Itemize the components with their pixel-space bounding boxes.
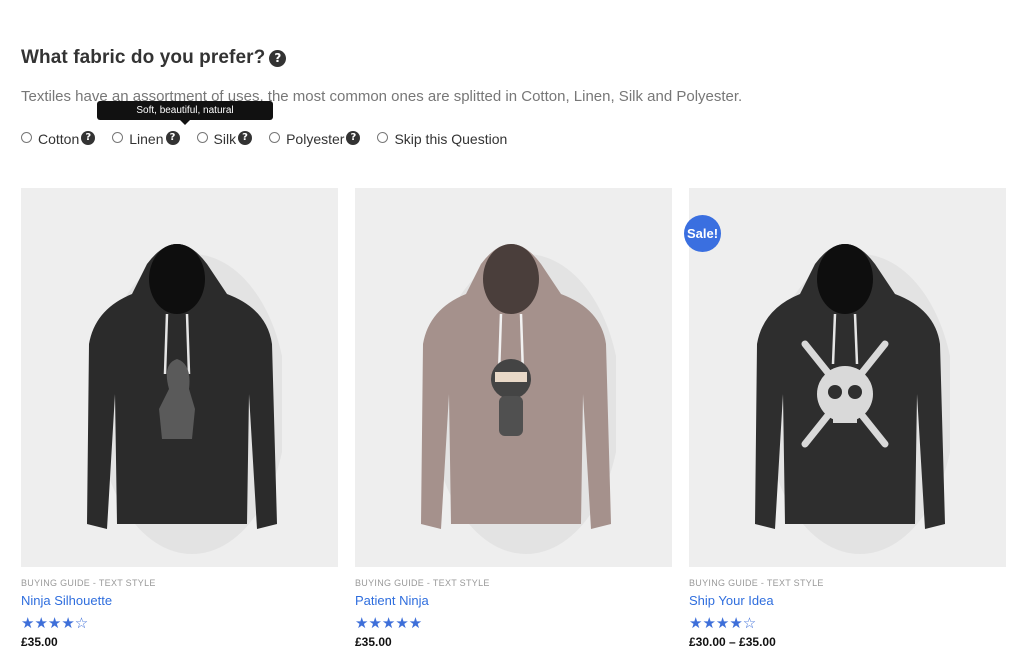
radio-button[interactable] [377,131,389,143]
radio-button[interactable] [269,131,281,143]
radio-button[interactable] [112,131,124,143]
product-image[interactable] [689,188,1006,567]
option-linen[interactable]: Linen ? [112,131,180,147]
fabric-options: Cotton ? Linen ? Silk ? Polyester ? Skip… [21,131,524,147]
product-card[interactable]: BUYING GUIDE - TEXT STYLE Ninja Silhouet… [21,188,338,649]
help-question-icon[interactable]: ? [165,131,180,145]
star-rating: ★★★★★ [355,614,423,632]
option-polyester[interactable]: Polyester ? [269,131,361,147]
option-label: Polyester [286,131,345,147]
sale-badge: Sale! [684,215,721,252]
star-rating: ★★★★☆ [689,614,757,632]
product-card[interactable]: BUYING GUIDE - TEXT STYLE Patient Ninja … [355,188,672,649]
option-label: Linen [129,131,164,147]
product-price: £30.00 – £35.00 [689,635,776,649]
help-question-icon[interactable]: ? [238,131,253,145]
option-label: Cotton [38,131,80,147]
product-name-link[interactable]: Patient Ninja [355,593,672,608]
option-label: Skip this Question [394,131,508,147]
option-cotton[interactable]: Cotton ? [21,131,96,147]
star-rating: ★★★★☆ [21,614,89,632]
product-name-link[interactable]: Ninja Silhouette [21,593,338,608]
product-name-link[interactable]: Ship Your Idea [689,593,1006,608]
hoodie-image [87,244,282,554]
product-category[interactable]: BUYING GUIDE - TEXT STYLE [689,578,1006,588]
hoodie-image [755,244,950,554]
product-card[interactable]: Sale! BUYING GUIDE - TEXT STYLE Ship You… [684,188,1006,649]
product-category[interactable]: BUYING GUIDE - TEXT STYLE [355,578,672,588]
help-question-icon[interactable]: ? [346,131,361,145]
option-label: Silk [213,131,237,147]
hoodie-image [421,244,616,554]
radio-button[interactable] [196,131,208,143]
product-category[interactable]: BUYING GUIDE - TEXT STYLE [21,578,338,588]
fabric-question-page: What fabric do you prefer? ? Textiles ha… [21,0,1006,669]
silk-tooltip: Soft, beautiful, natural [97,101,273,125]
help-question-icon[interactable]: ? [81,131,96,145]
radio-button[interactable] [21,131,32,143]
option-skip[interactable]: Skip this Question [377,131,507,147]
question-title: What fabric do you prefer? [21,47,266,68]
product-grid: BUYING GUIDE - TEXT STYLE Ninja Silhouet… [21,188,1006,649]
question-heading: What fabric do you prefer? ? [21,47,287,69]
product-image[interactable] [21,188,338,567]
product-price: £35.00 [21,635,58,649]
product-image[interactable] [355,188,672,567]
option-silk[interactable]: Silk ? [196,131,253,147]
help-question-icon[interactable]: ? [269,49,287,67]
product-price: £35.00 [355,635,392,649]
